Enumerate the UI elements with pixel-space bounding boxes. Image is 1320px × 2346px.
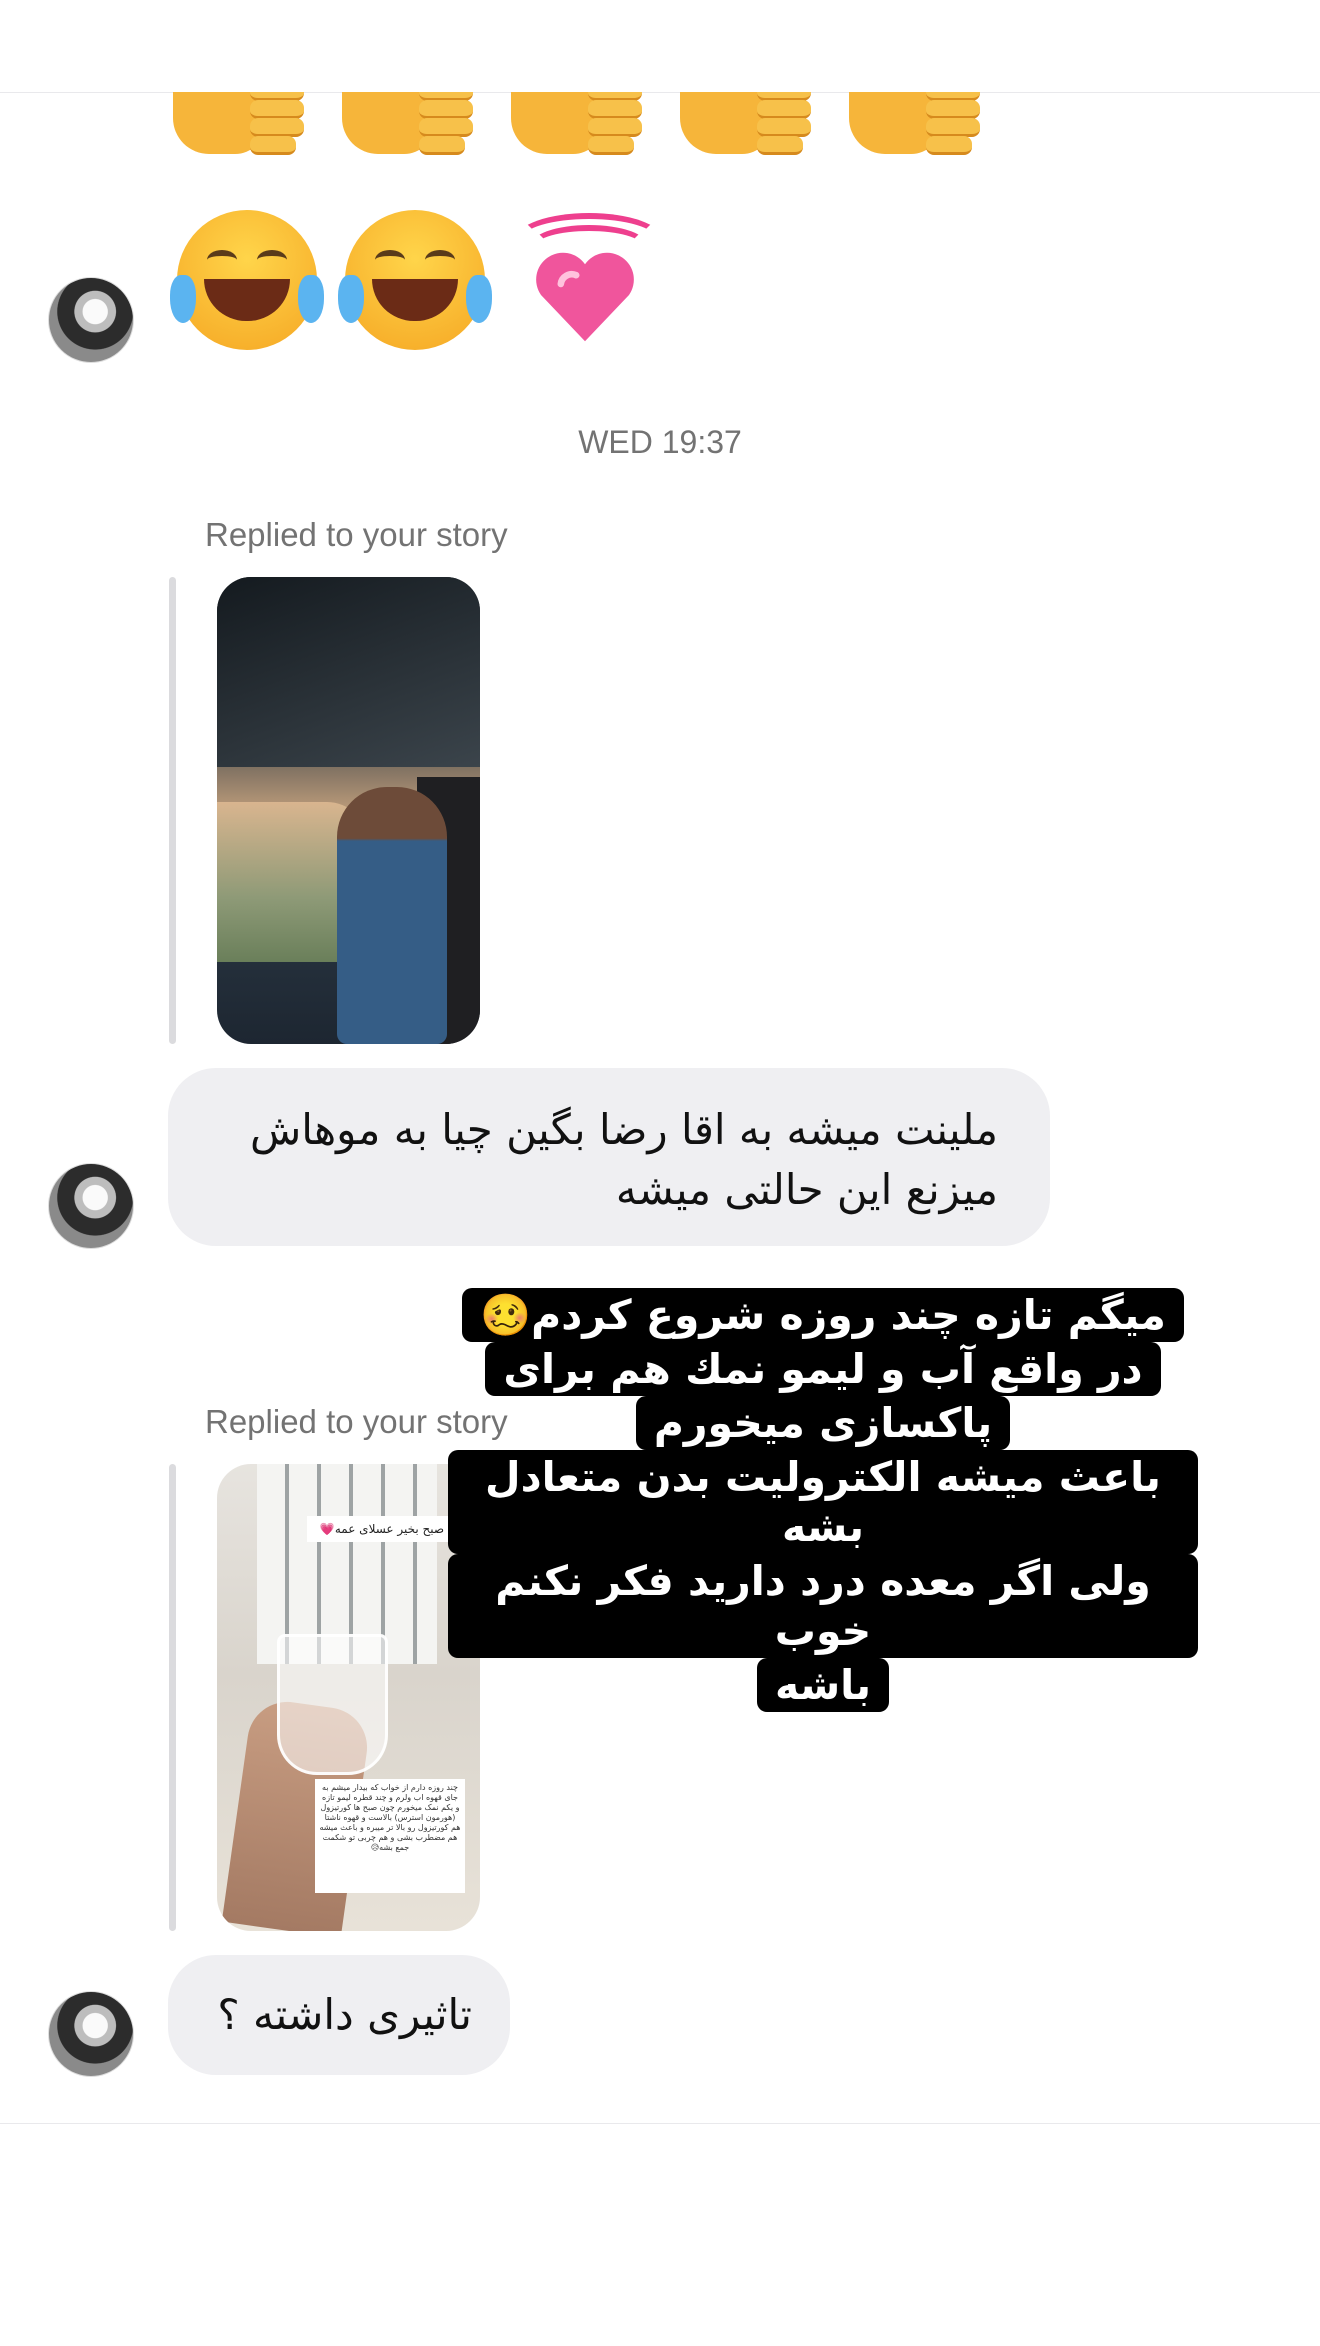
- message-bubble[interactable]: ملینت میشه به اقا رضا بگین چیا به موهاش …: [168, 1068, 1050, 1246]
- overlay-line: ولی اگر معده درد دارید فکر نکنم خوب: [448, 1554, 1198, 1658]
- overlay-line: باعث میشه الکترولیت بدن متعادل بشه: [448, 1450, 1198, 1554]
- story-caption: چند روزه دارم از خواب که بیدار میشم به ج…: [315, 1779, 465, 1893]
- emoji-message-thumbs: [165, 92, 984, 164]
- story-thumbnail[interactable]: [217, 577, 480, 1044]
- reply-indicator-line: [169, 577, 176, 1044]
- story-tag: صبح بخیر عسلای عمه💗: [307, 1516, 457, 1542]
- chat-header: [0, 0, 1320, 93]
- story-text-overlay: میگم تازه چند روزه شروع کردم🥴 در واقع آب…: [448, 1288, 1198, 1712]
- overlay-line: در واقع آب و لیمو نمك هم برای: [485, 1342, 1161, 1396]
- replied-to-story-label: Replied to your story: [205, 516, 508, 553]
- divider: [0, 2123, 1320, 2124]
- message-text: ملینت میشه به اقا رضا بگین چیا به موهاش …: [249, 1105, 998, 1214]
- thumbs-up-icon: [334, 92, 477, 164]
- message-bubble[interactable]: تاثیری داشته ؟: [168, 1955, 510, 2075]
- face-with-tears-of-joy-icon: [170, 205, 324, 355]
- thumbs-up-icon: [165, 92, 308, 164]
- timestamp: WED 19:37: [578, 424, 742, 460]
- thumbs-up-icon: [672, 92, 815, 164]
- face-with-tears-of-joy-icon: [338, 205, 492, 355]
- reply-indicator-line: [169, 1464, 176, 1931]
- avatar[interactable]: [48, 1163, 134, 1249]
- overlay-line: میگم تازه چند روزه شروع کردم🥴: [462, 1288, 1184, 1342]
- overlay-line: پاکسازی میخورم: [635, 1396, 1011, 1450]
- overlay-line: باشه: [757, 1658, 889, 1712]
- thumbs-up-icon: [503, 92, 646, 164]
- emoji-message-laugh-heart: [170, 205, 662, 365]
- avatar[interactable]: [48, 277, 134, 363]
- story-thumbnail[interactable]: صبح بخیر عسلای عمه💗 چند روزه دارم از خوا…: [217, 1464, 480, 1931]
- avatar[interactable]: [48, 1991, 134, 2077]
- message-text: تاثیری داشته ؟: [217, 1990, 472, 2039]
- thumbs-up-icon: [841, 92, 984, 164]
- beating-heart-icon: [508, 205, 662, 365]
